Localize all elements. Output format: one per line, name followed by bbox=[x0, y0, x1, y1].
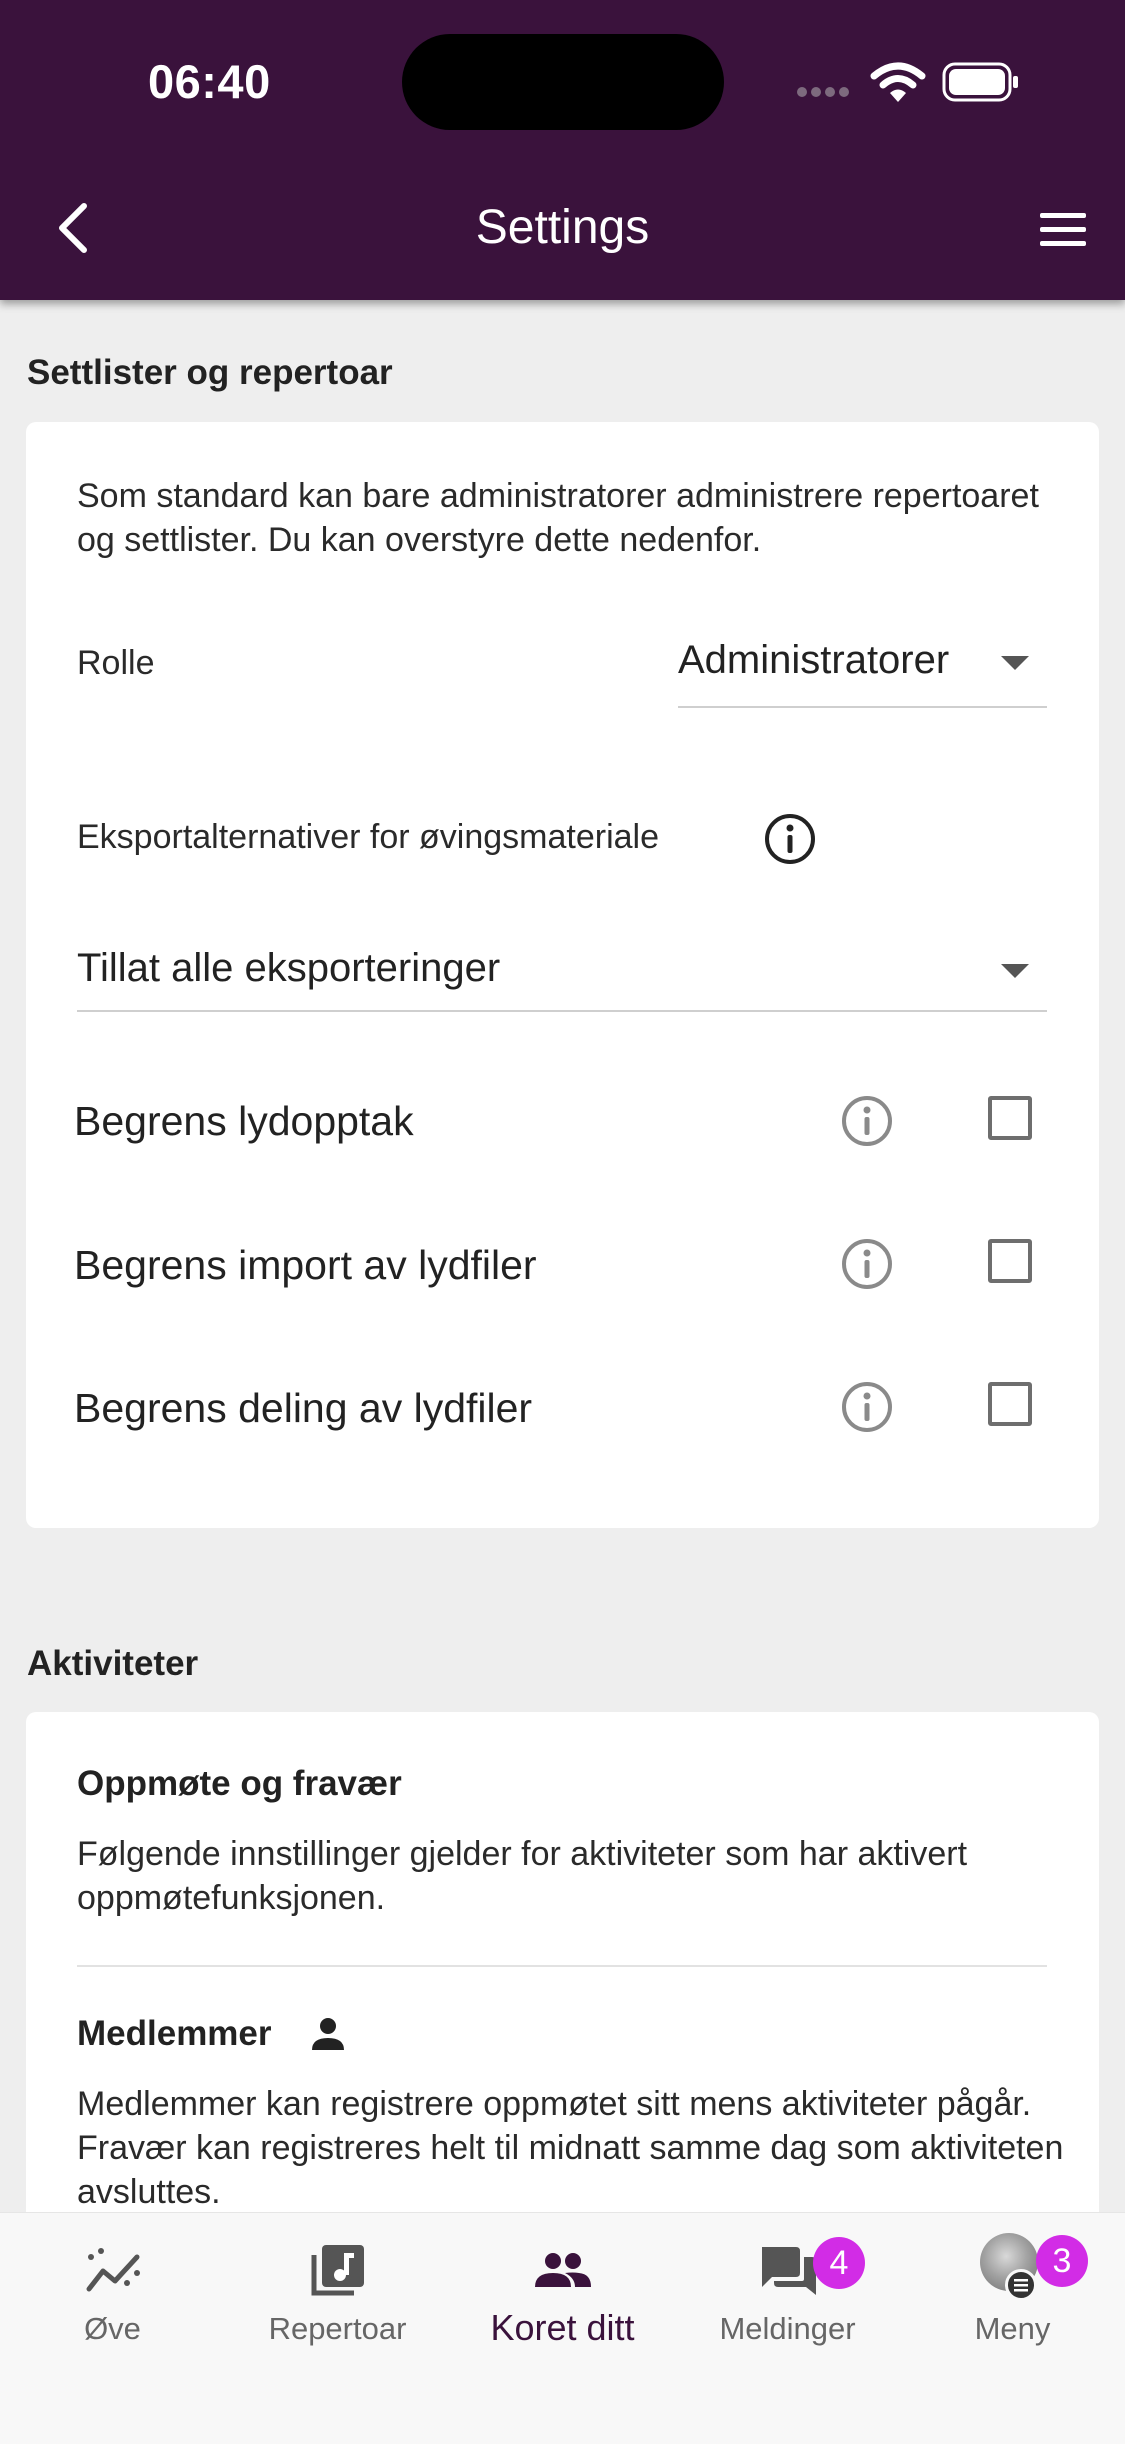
dynamic-island bbox=[402, 34, 724, 130]
activities-card: Oppmøte og fravær Følgende innstillinger… bbox=[26, 1712, 1099, 2232]
role-select[interactable]: Administratorer bbox=[678, 630, 1047, 708]
bottom-tab-bar: Øve Repertoar Koret ditt Meldinger 4 Men… bbox=[0, 2212, 1125, 2444]
tab-label: Meldinger bbox=[719, 2311, 856, 2346]
tab-your-choir[interactable]: Koret ditt bbox=[450, 2213, 675, 2373]
cellular-signal-icon bbox=[797, 84, 855, 98]
tab-label: Øve bbox=[84, 2311, 141, 2346]
tab-menu[interactable]: Meny 3 bbox=[900, 2213, 1125, 2373]
status-time: 06:40 bbox=[148, 55, 271, 108]
divider bbox=[77, 1965, 1047, 1967]
tab-practice[interactable]: Øve bbox=[0, 2213, 225, 2373]
tab-messages[interactable]: Meldinger 4 bbox=[675, 2213, 900, 2373]
restrict-import-checkbox[interactable] bbox=[988, 1239, 1032, 1283]
info-icon[interactable] bbox=[840, 1094, 894, 1148]
wifi-icon bbox=[870, 62, 926, 102]
section-title-activities: Aktiviteter bbox=[27, 1644, 199, 1683]
tab-label: Meny bbox=[974, 2311, 1051, 2346]
info-icon[interactable] bbox=[840, 1380, 894, 1434]
menu-badge: 3 bbox=[1036, 2235, 1088, 2287]
chevron-down-icon bbox=[1001, 964, 1029, 978]
restrict-sharing-checkbox[interactable] bbox=[988, 1382, 1032, 1426]
tab-label: Repertoar bbox=[268, 2311, 407, 2346]
setlists-intro-text: Som standard kan bare administratorer ad… bbox=[77, 477, 1039, 559]
restrict-import-label: Begrens import av lydfiler bbox=[74, 1242, 537, 1288]
hamburger-menu-icon[interactable] bbox=[1038, 210, 1088, 250]
page-title: Settings bbox=[475, 201, 650, 254]
export-options-select[interactable]: Tillat alle eksporteringer bbox=[77, 932, 1047, 1012]
app-header: 06:40 Settings bbox=[0, 0, 1125, 300]
export-options-label: Eksportalternativer for øvingsmateriale bbox=[77, 818, 660, 856]
messages-badge: 4 bbox=[813, 2237, 865, 2289]
group-icon bbox=[534, 2253, 591, 2287]
tab-label: Koret ditt bbox=[490, 2307, 635, 2348]
tab-repertoire[interactable]: Repertoar bbox=[225, 2213, 450, 2373]
chevron-down-icon bbox=[1001, 656, 1029, 670]
role-label: Rolle bbox=[77, 644, 155, 682]
attendance-title: Oppmøte og fravær bbox=[77, 1764, 402, 1803]
restrict-sharing-label: Begrens deling av lydfiler bbox=[74, 1385, 533, 1431]
info-icon[interactable] bbox=[840, 1237, 894, 1291]
section-title-setlists: Settlister og repertoar bbox=[27, 353, 393, 392]
menu-lines-icon bbox=[1005, 2269, 1037, 2301]
info-icon[interactable] bbox=[763, 812, 817, 866]
battery-icon bbox=[942, 62, 1018, 102]
setlists-card: Som standard kan bare administratorer ad… bbox=[26, 422, 1099, 1528]
chat-icon bbox=[761, 2247, 816, 2295]
music-library-icon bbox=[311, 2245, 364, 2296]
role-select-value: Administratorer bbox=[678, 638, 950, 682]
attendance-text: Følgende innstillinger gjelder for aktiv… bbox=[77, 1835, 968, 1917]
members-text: Medlemmer kan registrere oppmøtet sitt m… bbox=[77, 2085, 1064, 2211]
restrict-recording-checkbox[interactable] bbox=[988, 1096, 1032, 1140]
restrict-recording-label: Begrens lydopptak bbox=[74, 1098, 414, 1144]
export-select-value: Tillat alle eksporteringer bbox=[77, 946, 501, 990]
members-title: Medlemmer bbox=[77, 2014, 272, 2053]
practice-chart-icon bbox=[86, 2248, 140, 2292]
person-icon bbox=[312, 2018, 344, 2050]
